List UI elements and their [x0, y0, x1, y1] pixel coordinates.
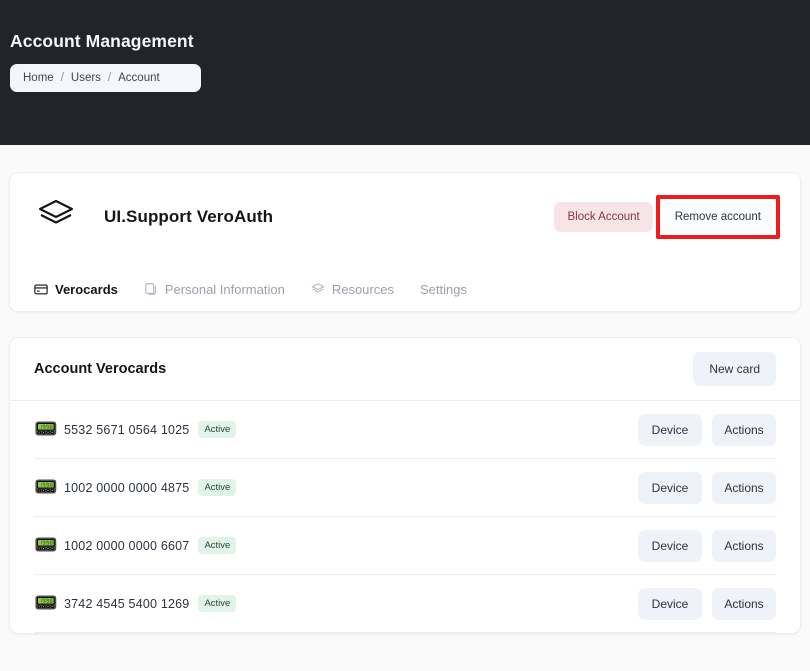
tab-personal-information[interactable]: Personal Information — [144, 282, 285, 297]
table-row: 📟 1002 0000 0000 6607 Active Device Acti… — [34, 517, 776, 575]
breadcrumb-item-account: Account — [118, 72, 160, 84]
breadcrumb-item-users[interactable]: Users — [71, 72, 101, 84]
account-name: UI.Support VeroAuth — [104, 207, 274, 226]
status-badge: Active — [198, 537, 237, 554]
actions-button[interactable]: Actions — [712, 587, 776, 620]
block-account-button[interactable]: Block Account — [554, 202, 653, 232]
tab-settings[interactable]: Settings — [420, 282, 467, 297]
verocards-title: Account Verocards — [34, 361, 167, 377]
remove-account-highlight: Remove account — [655, 195, 780, 239]
tab-resources[interactable]: Resources — [311, 282, 394, 297]
verocard-number: 5532 5671 0564 1025 — [64, 422, 190, 437]
device-button[interactable]: Device — [638, 587, 702, 620]
status-badge: Active — [198, 595, 237, 612]
device-button[interactable]: Device — [638, 529, 702, 562]
pager-device-icon: 📟 — [34, 593, 58, 614]
row-action-buttons: Device Actions — [638, 587, 776, 620]
breadcrumb-separator: / — [107, 72, 112, 84]
row-action-buttons: Device Actions — [638, 471, 776, 504]
layers-icon — [311, 282, 325, 296]
verocard-number: 1002 0000 0000 6607 — [64, 538, 190, 553]
table-row: 📟 3742 4545 5400 1269 Active Device Acti… — [34, 575, 776, 633]
row-action-buttons: Device Actions — [638, 529, 776, 562]
account-verocards-card: Account Verocards New card 📟 5532 5671 0… — [9, 337, 801, 634]
page-body: UI.Support VeroAuth Block Account Remove… — [0, 145, 810, 671]
account-logo — [30, 198, 82, 237]
breadcrumb: Home / Users / Account — [10, 64, 201, 92]
status-badge: Active — [198, 479, 237, 496]
device-button[interactable]: Device — [638, 471, 702, 504]
page-title: Account Management — [10, 31, 194, 51]
verocard-number: 1002 0000 0000 4875 — [64, 480, 190, 495]
pager-device-icon: 📟 — [34, 535, 58, 556]
tab-personal-information-label: Personal Information — [164, 281, 285, 297]
status-badge: Active — [198, 421, 237, 438]
tab-resources-label: Resources — [331, 281, 394, 297]
table-row: 📟 1002 0000 0000 4875 Active Device Acti… — [34, 459, 776, 517]
verocard-number: 3742 4545 5400 1269 — [64, 596, 190, 611]
breadcrumb-item-home[interactable]: Home — [23, 72, 54, 84]
verocards-header: Account Verocards New card — [10, 338, 800, 401]
tab-verocards[interactable]: Verocards — [34, 282, 118, 297]
pager-device-icon: 📟 — [34, 419, 58, 440]
row-action-buttons: Device Actions — [638, 413, 776, 446]
tab-settings-label: Settings — [419, 281, 467, 297]
account-summary-card: UI.Support VeroAuth Block Account Remove… — [9, 172, 801, 312]
verocards-rows: 📟 5532 5671 0564 1025 Active Device Acti… — [10, 401, 800, 633]
tab-verocards-label: Verocards — [55, 281, 118, 297]
pager-device-icon: 📟 — [34, 477, 58, 498]
credit-card-icon — [34, 282, 48, 296]
new-card-button[interactable]: New card — [693, 352, 776, 386]
account-tabs: Verocards Personal Information Resources… — [10, 267, 800, 311]
copy-icon — [144, 282, 158, 296]
breadcrumb-separator: / — [60, 72, 64, 84]
actions-button[interactable]: Actions — [712, 471, 776, 504]
actions-button[interactable]: Actions — [712, 413, 776, 446]
table-row: 📟 5532 5671 0564 1025 Active Device Acti… — [34, 401, 776, 459]
account-action-buttons: Block Account Remove account — [554, 195, 780, 239]
device-button[interactable]: Device — [638, 413, 702, 446]
account-header-row: UI.Support VeroAuth Block Account Remove… — [10, 173, 800, 243]
actions-button[interactable]: Actions — [712, 529, 776, 562]
remove-account-button[interactable]: Remove account — [662, 202, 773, 232]
top-header-bar: Account Management Home / Users / Accoun… — [0, 0, 810, 145]
layers-icon — [36, 198, 76, 237]
